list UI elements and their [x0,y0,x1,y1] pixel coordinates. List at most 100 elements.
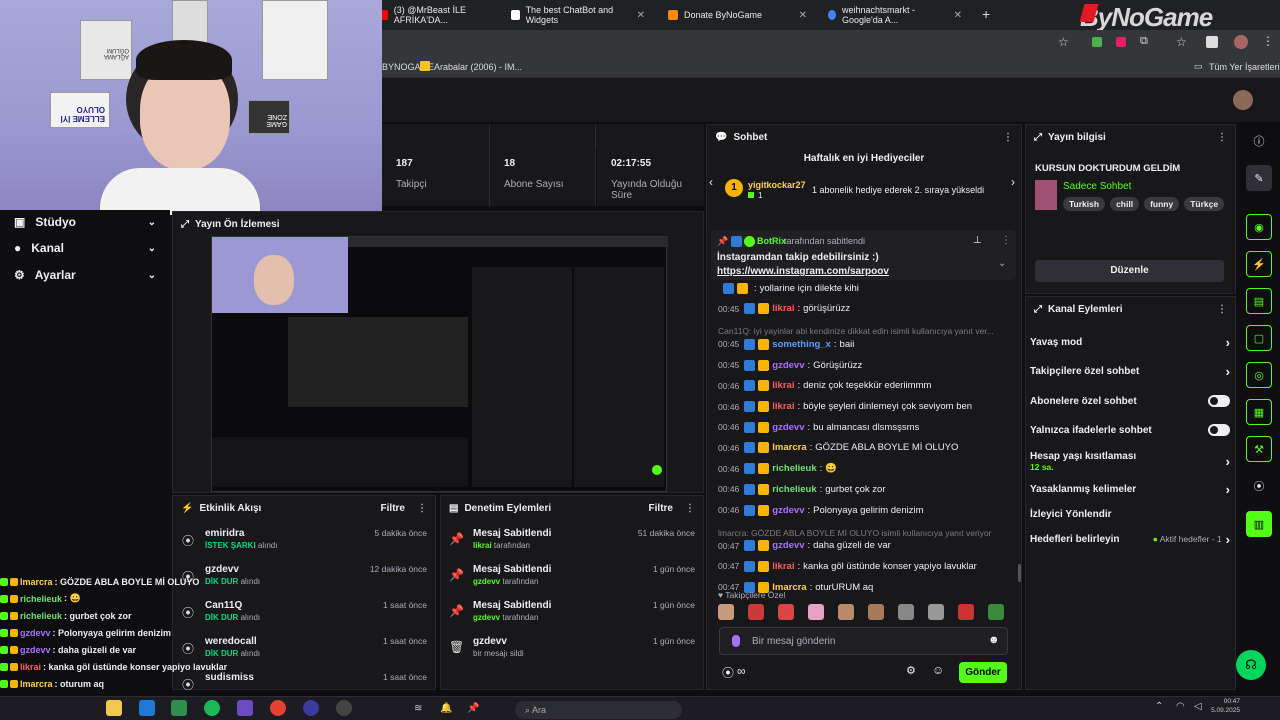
bookmark-item[interactable]: Arabalar (2006) - IM... [434,62,522,72]
wifi-icon[interactable]: ◠ [1176,701,1185,712]
category-link[interactable]: Sadece Sohbet [1063,181,1131,192]
message-user[interactable]: something_x [772,339,831,350]
message-user[interactable]: likrai [772,561,794,572]
message-user[interactable]: likrai [772,303,794,314]
user-avatar[interactable] [1233,90,1253,110]
support-icon[interactable]: ☊ [1236,650,1266,680]
emote-icon[interactable] [958,604,974,620]
message-user[interactable]: richelieuk [772,484,816,495]
menu-channel[interactable]: ● Kanal ⌄ [0,235,170,261]
chat-message[interactable]: 00:47 likrai: kanka göl üstünde konser yap… [718,556,1018,576]
emote-icon[interactable] [898,604,914,620]
browser-tab[interactable]: The best ChatBot and Widgets ✕ [503,4,653,26]
message-user[interactable]: gzdevv [772,422,804,433]
action-emote-only[interactable]: Yalnızca ifadelerle sohbet [1030,417,1230,443]
close-icon[interactable]: ✕ [637,10,645,21]
spotify-icon[interactable] [204,700,220,716]
info-icon[interactable]: ⓘ [1246,128,1272,154]
moderation-item[interactable]: 🗑 gzdevv bir mesajı sildi 1 gün önce [441,636,703,672]
profile-avatar[interactable] [1234,35,1248,49]
browser-tab[interactable]: weihnachtsmarkt - Google'da A... ✕ [820,4,970,26]
action-goals[interactable]: Hedefleri belirleyin ● Aktif hedefler - 1… [1030,526,1230,552]
tag[interactable]: Turkish [1063,197,1106,211]
pinned-link[interactable]: https://www.instagram.com/sarpoov [717,266,889,277]
kick-points-icon[interactable]: ⦿ [722,664,734,681]
chat-message[interactable]: 00:45 gzdevv: Görüşürüzz [718,355,1018,375]
document-icon[interactable]: ▤ [1246,288,1272,314]
browser-tab[interactable]: (3) @MrBeast İLE AFRİKA'DA... [372,4,502,26]
chrome-icon[interactable] [270,700,286,716]
chat-message[interactable]: 00:47 gzdevv: daha güzeli de var [718,536,1018,556]
action-subscribers-only[interactable]: Abonelere özel sohbet [1030,388,1230,414]
tag[interactable]: chill [1110,197,1140,211]
menu-dots-icon[interactable]: ⋮ [1217,132,1227,143]
message-user[interactable]: gzdevv [772,505,804,516]
clapper-icon[interactable]: ▥ [1246,511,1272,537]
app-icon[interactable] [336,700,352,716]
chevron-left-icon[interactable]: ‹ [709,175,713,189]
action-slow-mode[interactable]: Yavaş mod › [1030,329,1230,355]
menu-dots-icon[interactable]: ⋮ [685,503,695,514]
outlook-icon[interactable] [139,700,155,716]
chevron-down-icon[interactable]: ⌄ [998,258,1006,269]
chat-icon[interactable]: ▢ [1246,325,1272,351]
close-icon[interactable]: ✕ [799,10,807,21]
extensions-puzzle-icon[interactable]: ⧉ [1140,35,1148,48]
emote-icon[interactable] [718,604,734,620]
message-user[interactable]: gzdevv [772,540,804,551]
message-user[interactable]: gzdevv [772,360,804,371]
activity-item[interactable]: ⦿ gzdevv DİK DUR alındı 12 dakika önce [173,564,435,600]
gear-icon[interactable]: ⚙ [906,664,916,677]
infinity-icon[interactable]: ∞ [737,664,746,678]
stream-preview-video[interactable] [211,236,668,492]
emote-icon[interactable] [928,604,944,620]
edit-button[interactable]: Düzenle [1035,260,1224,282]
chat-message[interactable]: 00:45 something_x: baii [718,334,1018,354]
message-user[interactable]: likrai [772,380,794,391]
taskbar-search[interactable]: ⌕ Ara [515,701,682,719]
message-user[interactable]: likrai [772,401,794,412]
action-followers-only[interactable]: Takipçilere özel sohbet › [1030,358,1230,384]
extension-icon[interactable] [1116,37,1126,47]
star-icon[interactable]: ☆ [1058,35,1069,49]
file-explorer-icon[interactable] [106,700,122,716]
emote-icon[interactable] [748,604,764,620]
chat-message[interactable]: 00:46 likrai: böyle şeyleri dinlemeyi çok … [718,397,1018,417]
chat-message[interactable]: 00:46 richelieuk: 😀 [718,459,1018,479]
filter-button[interactable]: Filtre [649,503,673,514]
bookmark-star-icon[interactable]: ☆ [1176,35,1187,49]
pin-icon[interactable]: 📌 [467,703,479,714]
pinned-message[interactable]: 📌 BotRix tarafından sabitlendi ⊥ ⋮ İnsta… [711,230,1016,280]
send-button[interactable]: Gönder [959,662,1007,683]
message-user[interactable]: lmarcra [772,442,806,453]
filter-button[interactable]: Filtre [381,503,405,514]
emote-icon[interactable]: ☺ [932,663,944,677]
action-host[interactable]: İzleyici Yönlendir [1030,501,1230,527]
moderation-item[interactable]: 📌 Mesaj Sabitlendi likrai tarafından 51 dak… [441,528,703,564]
widgets-icon[interactable]: ≋ [414,703,422,714]
chevron-right-icon[interactable]: › [1011,175,1015,189]
chat-input[interactable]: Bir mesaj gönderin ☻ [719,627,1008,655]
kick-points-icon[interactable]: ⦿ [1246,473,1272,499]
tag[interactable]: funny [1144,197,1180,211]
action-banned-words[interactable]: Yasaklanmış kelimeler › [1030,476,1230,502]
browser-tab[interactable]: Donate ByNoGame ✕ [660,4,815,26]
moderation-item[interactable]: 📌 Mesaj Sabitlendi gzdevv tarafından 1 gün … [441,600,703,636]
chat-message[interactable]: 00:45 likrai: görüşürüzz [718,299,1018,319]
category-thumbnail[interactable] [1035,180,1057,210]
menu-dots-icon[interactable]: ⋮ [1001,235,1011,246]
moderation-item[interactable]: 📌 Mesaj Sabitlendi gzdevv tarafından 1 gün … [441,564,703,600]
obs-icon[interactable] [303,700,319,716]
chat-message[interactable]: 00:46 lmarcra: GÖZDE ABLA BOYLE Mİ OLUYO [718,438,1018,458]
emote-icon[interactable] [988,604,1004,620]
unpin-icon[interactable]: ⊥ [973,235,982,246]
menu-dots-icon[interactable]: ⋮ [1262,34,1274,48]
bolt-icon[interactable]: ⚡ [1246,251,1272,277]
bell-icon[interactable]: 🔔 [440,703,452,714]
activity-item[interactable]: ⦿ emiridra İSTEK ŞARKI alındı 5 dakika önce [173,528,435,564]
chevron-up-icon[interactable]: ⌃ [1155,701,1163,712]
gifter-name[interactable]: yigitkockar27 [748,180,806,190]
app-icon[interactable] [237,700,253,716]
close-icon[interactable]: ✕ [954,10,962,21]
broadcast-icon[interactable]: ◎ [1246,362,1272,388]
